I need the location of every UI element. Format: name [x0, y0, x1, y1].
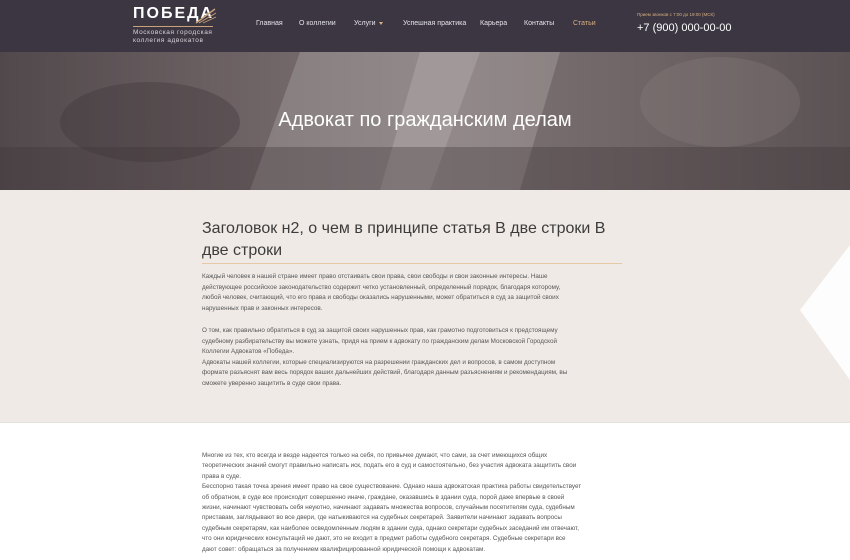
text-line: права в суде.: [202, 472, 242, 480]
call-hours: Прием звонков с 7:00 до 19:00 (МСК): [637, 12, 715, 17]
text-line: Каждый человек в нашей стране имеет прав…: [202, 273, 548, 280]
logo-subtitle-line1: Московская городская: [133, 29, 213, 36]
nav-item-about[interactable]: О коллегии: [299, 19, 336, 29]
logo-swoosh-icon: [195, 8, 217, 24]
logo-subtitle-line2: коллегия адвокатов: [133, 37, 204, 44]
text-line: Многие из тех, кто всегда и везде надеет…: [202, 452, 548, 459]
chevron-down-icon: [378, 21, 383, 25]
logo-divider: [133, 26, 213, 27]
header-contact: Прием звонков с 7:00 до 19:00 (МСК) +7 (…: [637, 12, 731, 35]
site-header: ПОБЕДА Московская городская коллегия адв…: [0, 0, 850, 52]
text-line: судебному разбирательству вы можете узна…: [202, 337, 557, 345]
text-line: формате разъяснят вам весь порядок ваших…: [202, 369, 568, 376]
text-line: Коллегии Адвокатов «Победа».: [202, 348, 295, 355]
body-paragraph: Многие из тех, кто всегда и везде надеет…: [202, 451, 652, 555]
text-line: сможете уверенно защитить в суде свои пр…: [202, 379, 342, 387]
text-line: приставам, заглядывают во все двери, где…: [202, 514, 562, 522]
text-line: жизни, начинают чувствовать себя неуютно…: [202, 504, 575, 512]
text-line: дают совет: обращаться за получением ква…: [202, 545, 486, 553]
text-line: что они юридических консультаций не дают…: [202, 535, 566, 543]
text-line: судебным секретарям, как наиболее осведо…: [202, 524, 579, 532]
text-line: Бесспорно такая точка зрения имеет право…: [202, 483, 582, 491]
text-line: О том, как правильно обратиться в суд за…: [202, 327, 558, 334]
nav-item-home[interactable]: Главная: [256, 19, 283, 29]
text-line: Адвокаты нашей коллегии, которые специал…: [202, 358, 556, 366]
heading-underline: [202, 263, 622, 264]
text-line: об обратном, в суде все происходит совер…: [202, 493, 565, 501]
intro-paragraph-2: О том, как правильно обратиться в суд за…: [202, 326, 642, 389]
text-line: теоретических знаний смогут правильно на…: [202, 462, 577, 470]
article-heading-line2: две строки: [202, 242, 283, 259]
phone-link[interactable]: +7 (900) 000-00-00: [637, 21, 731, 35]
nav-item-career[interactable]: Карьера: [480, 19, 507, 29]
page-title: Адвокат по гражданским делам: [278, 109, 572, 131]
logo[interactable]: ПОБЕДА Московская городская коллегия адв…: [133, 5, 217, 45]
text-line: любой человек, считающий, что его права …: [202, 294, 559, 301]
nav-item-services-label: Услуги: [354, 20, 376, 27]
article-heading-line1: Заголовок н2, о чем в принципе статья В …: [202, 220, 606, 237]
text-line: действующее российское законодательство …: [202, 283, 561, 291]
intro-paragraph-1: Каждый человек в нашей стране имеет прав…: [202, 272, 642, 314]
section-divider: [0, 422, 850, 423]
text-line: нарушенных прав и законных интересов.: [202, 304, 323, 312]
nav-item-articles[interactable]: Статьи: [573, 19, 596, 29]
nav-item-services[interactable]: Услуги: [354, 19, 383, 29]
nav-item-contacts[interactable]: Контакты: [524, 19, 554, 29]
hero-banner: Адвокат по гражданским делам: [0, 52, 850, 190]
article-intro-section: Заголовок н2, о чем в принципе статья В …: [0, 190, 850, 422]
article-heading: Заголовок н2, о чем в принципе статья В …: [202, 218, 627, 262]
nav-item-practice[interactable]: Успешная практика: [403, 19, 466, 29]
